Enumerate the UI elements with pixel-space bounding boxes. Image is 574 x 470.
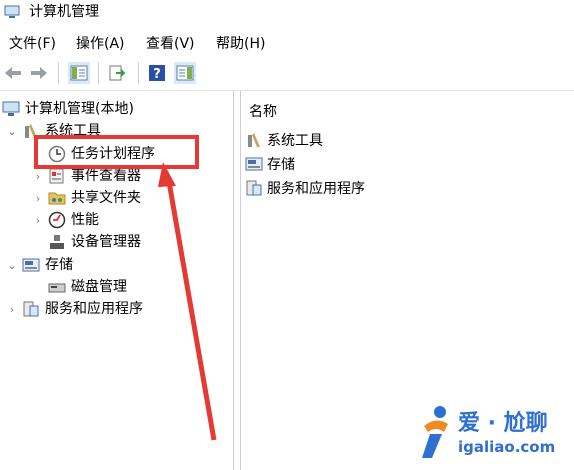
watermark-title: 爱 · 尬聊 <box>458 411 548 436</box>
watermark-logo-icon <box>422 406 448 458</box>
watermark-url: igaliao.com <box>458 438 556 456</box>
annotation-arrow <box>158 162 217 441</box>
watermark: 爱 · 尬聊 igaliao.com <box>414 402 574 466</box>
